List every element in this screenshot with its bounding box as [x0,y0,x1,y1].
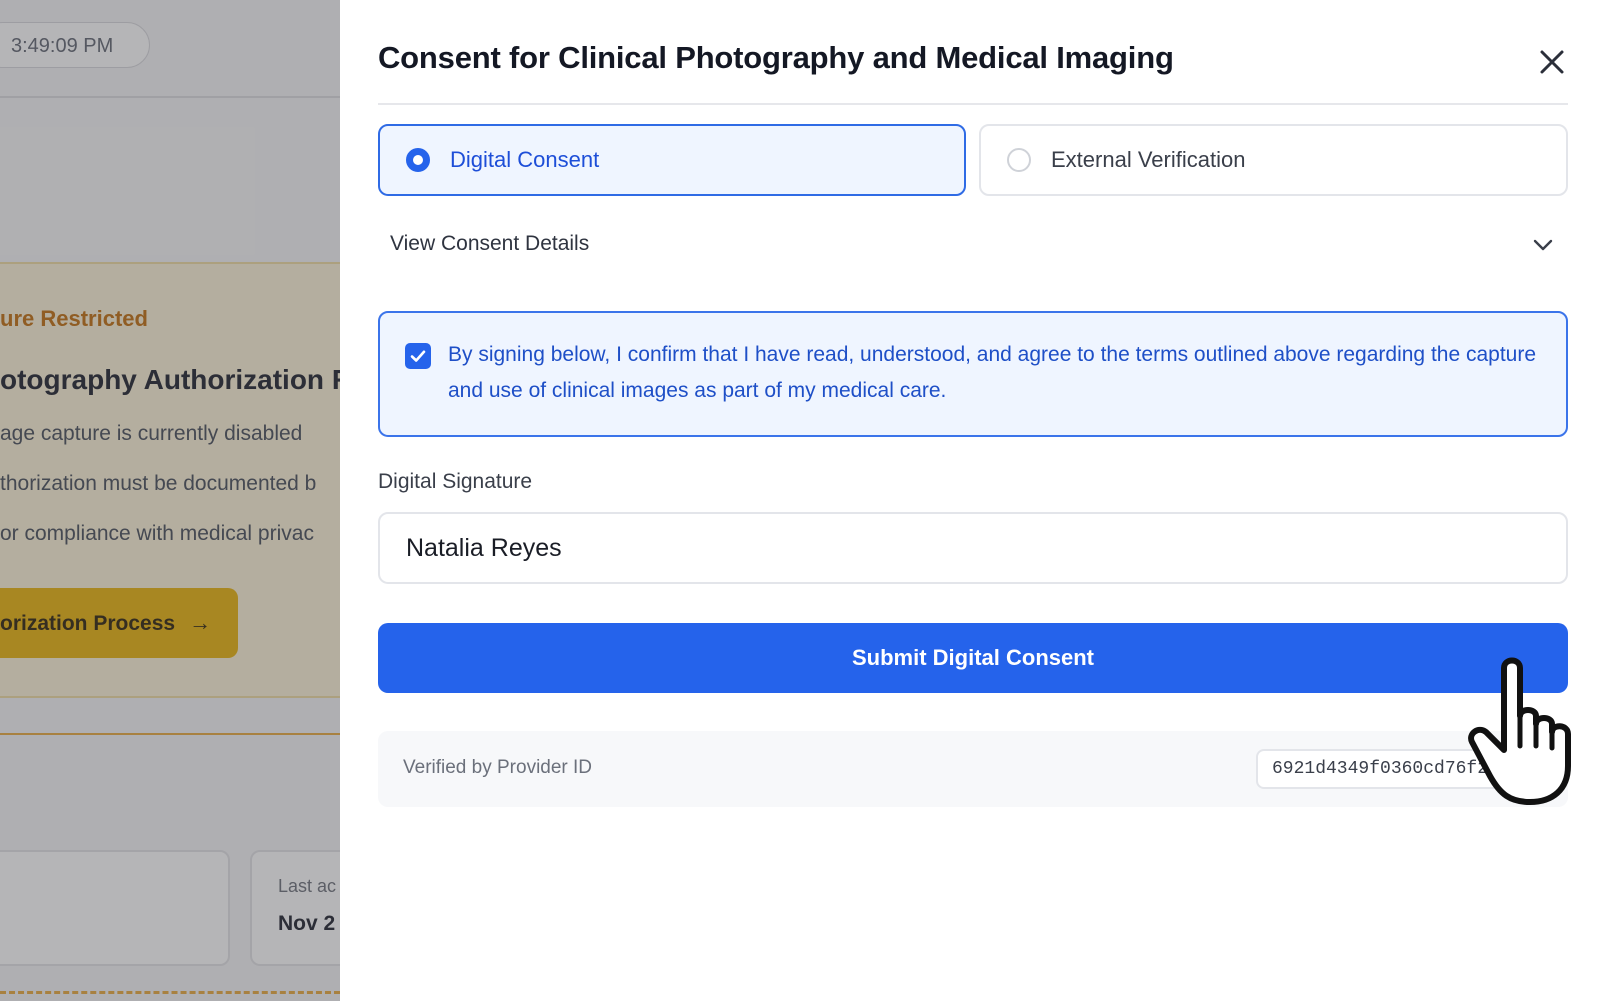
agreement-checkbox[interactable] [405,343,431,369]
chevron-down-icon [1533,239,1553,251]
consent-drawer: Consent for Clinical Photography and Med… [340,0,1600,1001]
option-external-verification-label: External Verification [1051,147,1246,172]
signature-input[interactable] [378,512,1568,584]
drawer-title: Consent for Clinical Photography and Med… [378,40,1174,75]
check-icon [410,350,426,362]
header-divider [378,103,1568,105]
verification-bar: Verified by Provider ID 6921d4349f0360cd… [378,731,1568,807]
consent-details-label: View Consent Details [390,232,590,255]
option-external-verification[interactable]: External Verification [979,124,1568,196]
modal-backdrop[interactable] [0,0,340,1001]
verification-label: Verified by Provider ID [403,757,593,778]
option-digital-consent-label: Digital Consent [450,147,600,172]
agreement-box: By signing below, I confirm that I have … [378,311,1568,437]
close-button[interactable] [1530,40,1574,84]
consent-details-toggle[interactable]: View Consent Details [378,222,1568,268]
agreement-text: By signing below, I confirm that I have … [448,343,1537,402]
signature-label: Digital Signature [378,470,533,493]
close-icon [1540,50,1564,74]
submit-consent-button[interactable]: Submit Digital Consent [378,623,1568,693]
radio-selected[interactable] [406,148,430,172]
option-digital-consent[interactable]: Digital Consent [378,124,966,196]
radio-unselected[interactable] [1007,148,1031,172]
provider-id-badge: 6921d4349f0360cd76f253cc [1256,749,1544,789]
